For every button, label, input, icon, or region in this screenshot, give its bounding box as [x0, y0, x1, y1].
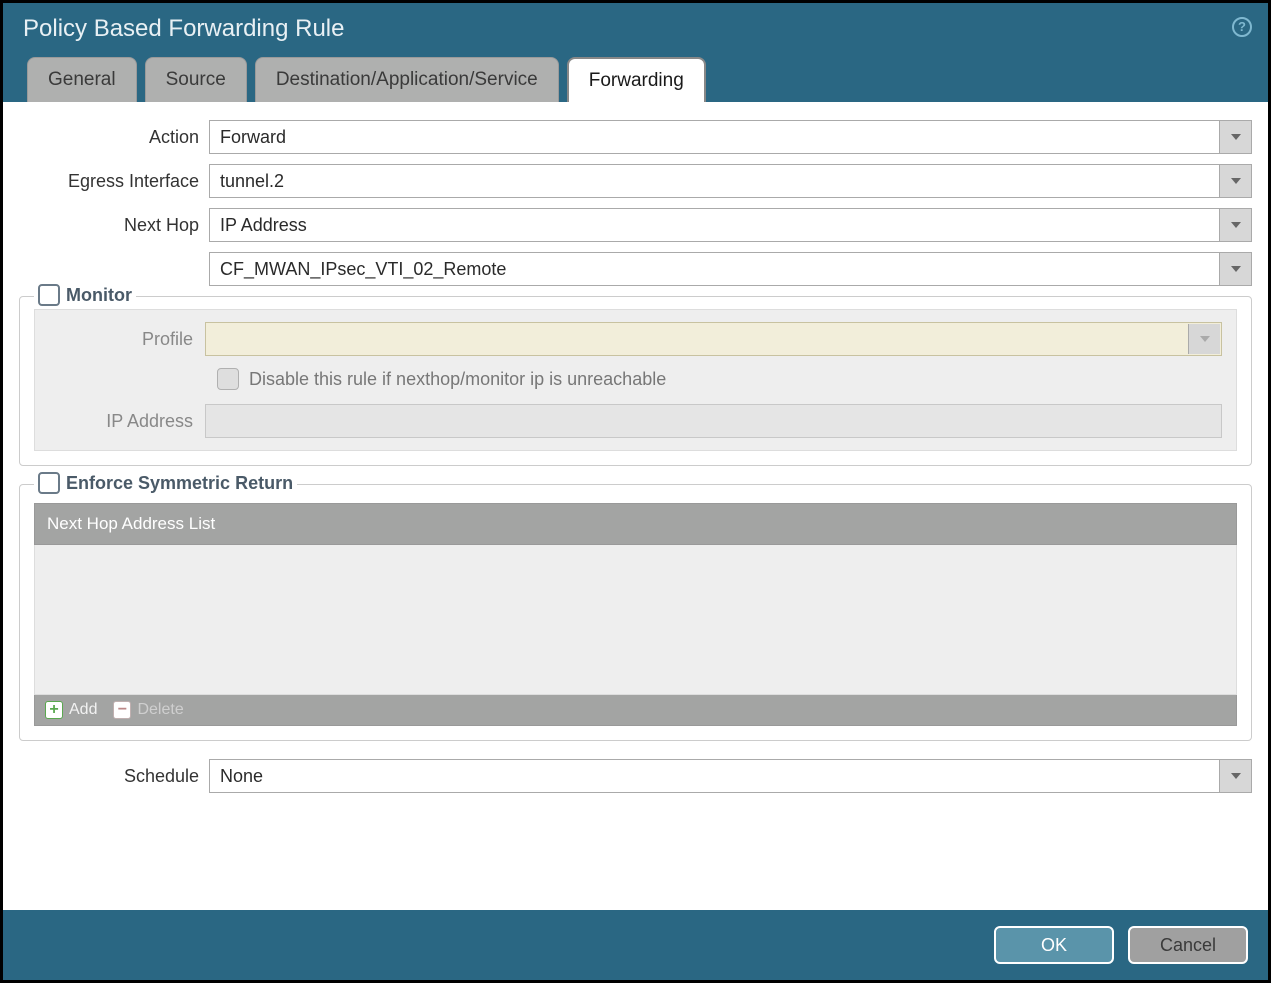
monitor-ip-input[interactable]: [205, 404, 1222, 438]
plus-icon: +: [45, 701, 63, 719]
pbf-dialog: Policy Based Forwarding Rule ? General S…: [0, 0, 1271, 983]
tab-bar: General Source Destination/Application/S…: [23, 57, 1248, 102]
tab-source[interactable]: Source: [145, 57, 247, 102]
action-select[interactable]: Forward: [209, 120, 1252, 154]
add-label: Add: [69, 701, 97, 719]
row-egress: Egress Interface tunnel.2: [19, 164, 1252, 198]
dialog-header: Policy Based Forwarding Rule ? General S…: [3, 3, 1268, 102]
tab-forwarding[interactable]: Forwarding: [567, 57, 706, 102]
chevron-down-icon: [1219, 165, 1251, 197]
profile-label: Profile: [49, 329, 205, 350]
nexthop-list-header: Next Hop Address List: [34, 503, 1237, 545]
monitor-checkbox[interactable]: [38, 284, 60, 306]
cancel-button[interactable]: Cancel: [1128, 926, 1248, 964]
add-button[interactable]: + Add: [45, 701, 97, 719]
esr-body: Next Hop Address List + Add − Delete: [34, 503, 1237, 726]
action-label: Action: [19, 127, 209, 148]
monitor-body: Profile Disable this rule if nexthop/mon…: [34, 309, 1237, 451]
profile-select[interactable]: [205, 322, 1222, 356]
dialog-title: Policy Based Forwarding Rule: [23, 15, 1248, 43]
monitor-legend-text: Monitor: [66, 285, 132, 306]
schedule-label: Schedule: [19, 766, 209, 787]
nexthop-label: Next Hop: [19, 215, 209, 236]
monitor-legend: Monitor: [34, 284, 136, 306]
chevron-down-icon: [1219, 253, 1251, 285]
nexthop-value: CF_MWAN_IPsec_VTI_02_Remote: [209, 252, 1252, 286]
esr-fieldset: Enforce Symmetric Return Next Hop Addres…: [19, 484, 1252, 741]
esr-legend: Enforce Symmetric Return: [34, 472, 297, 494]
minus-icon: −: [113, 701, 131, 719]
row-nexthop-type: Next Hop IP Address: [19, 208, 1252, 242]
egress-value: tunnel.2: [209, 164, 1252, 198]
nexthop-list-footer: + Add − Delete: [34, 695, 1237, 726]
row-action: Action Forward: [19, 120, 1252, 154]
delete-label: Delete: [137, 701, 183, 719]
ok-button[interactable]: OK: [994, 926, 1114, 964]
help-icon[interactable]: ?: [1232, 17, 1252, 37]
action-value: Forward: [209, 120, 1252, 154]
tab-general[interactable]: General: [27, 57, 137, 102]
chevron-down-icon: [1219, 121, 1251, 153]
nexthop-value-select[interactable]: CF_MWAN_IPsec_VTI_02_Remote: [209, 252, 1252, 286]
row-disable-rule: Disable this rule if nexthop/monitor ip …: [49, 368, 1222, 390]
schedule-value: None: [209, 759, 1252, 793]
dialog-content: Action Forward Egress Interface tunnel.2…: [3, 102, 1268, 910]
row-nexthop-value: CF_MWAN_IPsec_VTI_02_Remote: [19, 252, 1252, 286]
dialog-footer: OK Cancel: [3, 910, 1268, 980]
disable-rule-checkbox[interactable]: [217, 368, 239, 390]
monitor-fieldset: Monitor Profile Disable this rule if nex…: [19, 296, 1252, 466]
esr-checkbox[interactable]: [38, 472, 60, 494]
esr-legend-text: Enforce Symmetric Return: [66, 473, 293, 494]
monitor-ip-label: IP Address: [49, 411, 205, 432]
row-schedule: Schedule None: [19, 759, 1252, 793]
row-profile: Profile: [49, 322, 1222, 356]
row-monitor-ip: IP Address: [49, 404, 1222, 438]
schedule-select[interactable]: None: [209, 759, 1252, 793]
nexthop-type-value: IP Address: [209, 208, 1252, 242]
disable-rule-label: Disable this rule if nexthop/monitor ip …: [249, 369, 666, 390]
tab-destination[interactable]: Destination/Application/Service: [255, 57, 559, 102]
chevron-down-icon: [1188, 324, 1220, 354]
egress-select[interactable]: tunnel.2: [209, 164, 1252, 198]
chevron-down-icon: [1219, 209, 1251, 241]
nexthop-type-select[interactable]: IP Address: [209, 208, 1252, 242]
delete-button[interactable]: − Delete: [113, 701, 183, 719]
chevron-down-icon: [1219, 760, 1251, 792]
nexthop-list-body[interactable]: [34, 545, 1237, 695]
egress-label: Egress Interface: [19, 171, 209, 192]
